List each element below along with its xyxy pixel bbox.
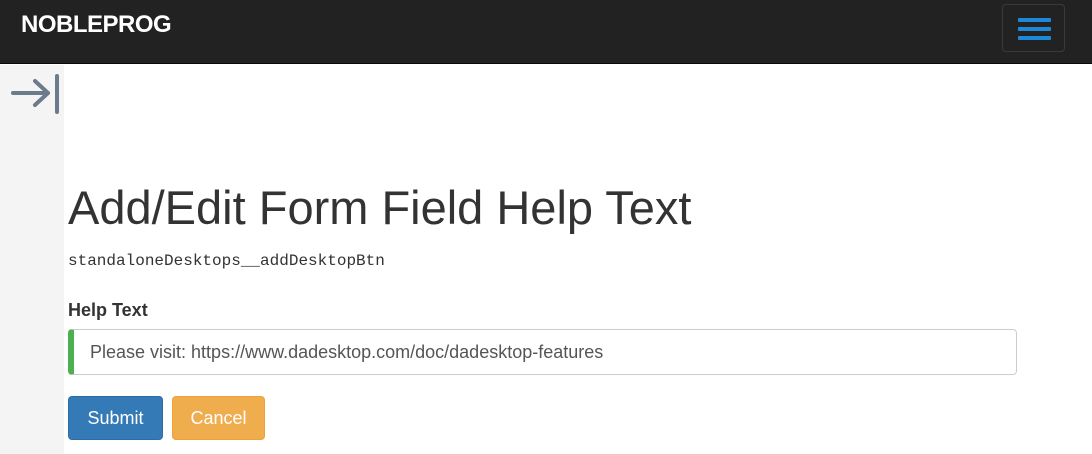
page-title: Add/Edit Form Field Help Text	[68, 181, 692, 234]
cancel-button[interactable]: Cancel	[172, 396, 265, 440]
submit-button[interactable]: Submit	[68, 396, 163, 440]
help-text-label: Help Text	[68, 300, 148, 320]
brand-logo[interactable]: NOBLEPROG	[21, 11, 172, 39]
field-key: standaloneDesktops__addDesktopBtn	[68, 252, 385, 270]
sidebar	[0, 65, 64, 454]
top-navbar: NOBLEPROG	[0, 0, 1092, 64]
arrow-right-to-bar-icon	[11, 74, 59, 114]
help-text-input[interactable]	[68, 329, 1017, 375]
menu-toggle-button[interactable]	[1002, 4, 1065, 52]
sidebar-toggle-button[interactable]	[10, 74, 62, 116]
